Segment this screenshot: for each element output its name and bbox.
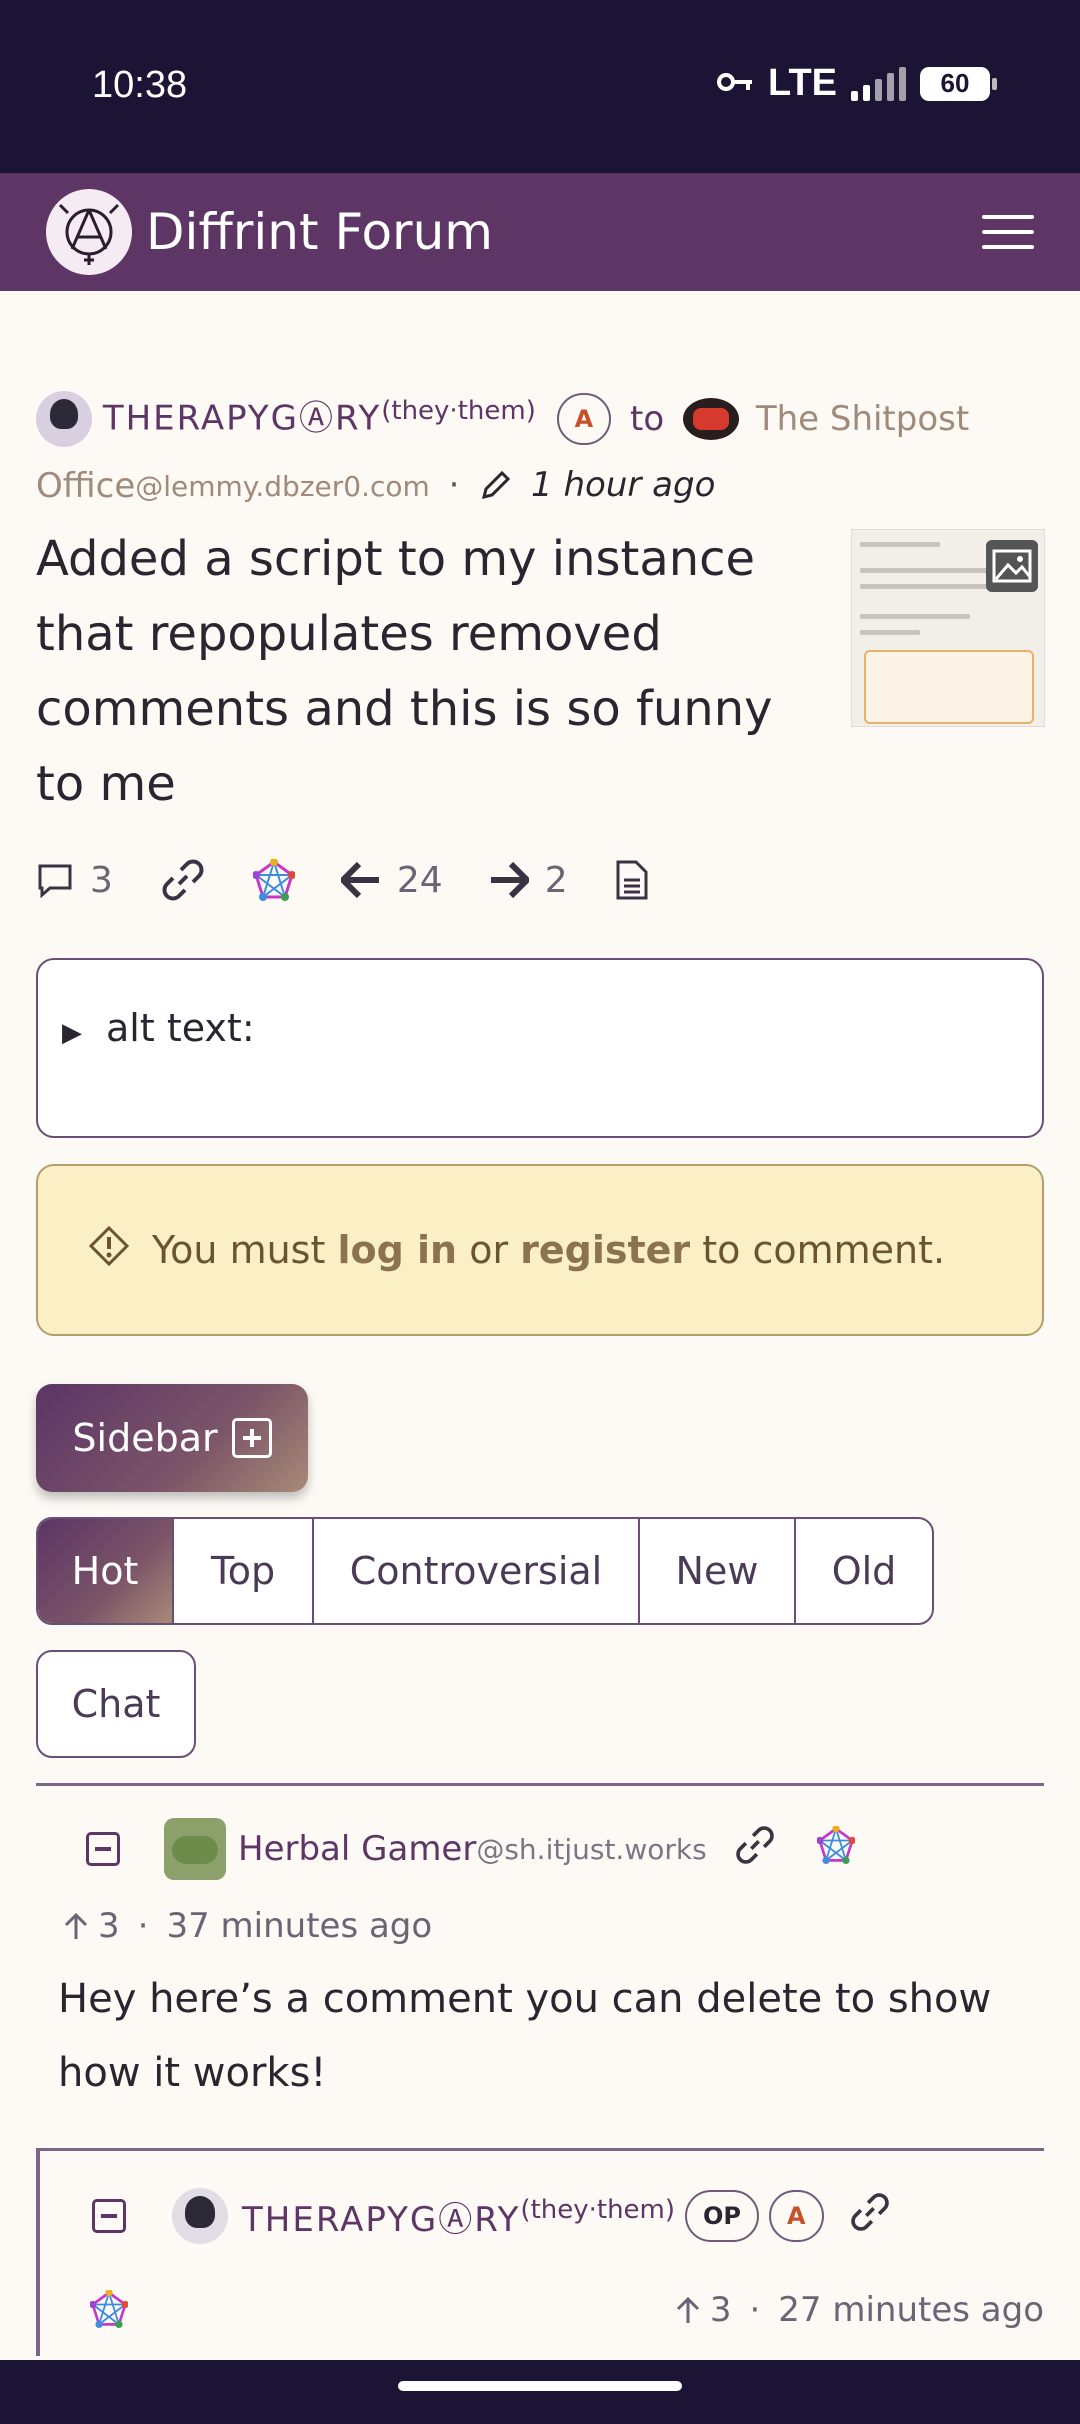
fediverse-icon (252, 859, 295, 901)
avatar[interactable] (164, 1818, 226, 1880)
admin-badge: A (556, 392, 612, 445)
post-time: 1 hour ago (531, 464, 716, 505)
author-pronouns: (they·them) (381, 396, 536, 426)
app-title[interactable]: Diffrint Forum (146, 203, 982, 261)
alt-text-details[interactable]: ▶ alt text: (36, 958, 1044, 1138)
tab-old[interactable]: Old (796, 1519, 932, 1623)
reply-thread-line (36, 2148, 40, 2356)
comment-header: Herbal Gamer @sh.itjust.works (86, 1818, 856, 1880)
reply-meta: 3 · 27 minutes ago (674, 2290, 1044, 2330)
tab-top[interactable]: Top (174, 1519, 314, 1623)
upvote-count: 24 (396, 859, 443, 901)
tab-new[interactable]: New (640, 1519, 796, 1623)
collapse-icon[interactable] (92, 2199, 126, 2233)
comment-instance[interactable]: @sh.itjust.works (476, 1833, 706, 1866)
admin-badge: A (769, 2190, 824, 2242)
fediverse-icon[interactable] (89, 2289, 129, 2332)
document-icon (616, 860, 648, 900)
fediverse-button[interactable] (252, 859, 295, 901)
reply-pronouns: (they·them) (520, 2195, 676, 2225)
login-notice: You must log in or register to comment. (36, 1164, 1044, 1336)
battery-icon: 60 (920, 66, 997, 101)
link-icon[interactable] (848, 2190, 892, 2243)
status-bar: 10:38 LTE 60 (0, 0, 1080, 173)
post-author[interactable]: THERAPYGⒶRY (103, 399, 381, 439)
key-icon (716, 69, 754, 99)
warning-icon (88, 1225, 130, 1276)
sidebar-button-label: Sidebar (72, 1416, 218, 1460)
tab-hot[interactable]: Hot (38, 1519, 174, 1623)
alt-text-label: alt text: (106, 1006, 255, 1050)
upvote-button[interactable]: 24 (340, 859, 443, 901)
meta-separator: · (448, 464, 460, 505)
link-icon[interactable] (733, 1823, 777, 1876)
post-meta: THERAPYGⒶRY(they·them) A to The Shitpost… (36, 384, 1046, 520)
reply-score: 3 (709, 2290, 732, 2330)
post-title[interactable]: Added a script to my instance that repop… (36, 522, 796, 822)
comments-button[interactable]: 3 (36, 860, 113, 901)
comment-score: 3 (98, 1906, 120, 1946)
arrow-up-icon (676, 2296, 699, 2323)
downvote-button[interactable]: 2 (489, 860, 568, 901)
comment-author[interactable]: Herbal Gamer (238, 1829, 476, 1869)
disclosure-triangle-icon: ▶ (62, 1018, 82, 1048)
arrow-left-icon (340, 862, 379, 898)
comment-meta: 3 · 37 minutes ago (62, 1906, 432, 1946)
comment-count: 3 (90, 859, 113, 901)
to-label: to (630, 398, 665, 439)
fediverse-icon[interactable] (815, 1824, 856, 1873)
register-link[interactable]: register (520, 1228, 690, 1272)
notice-text: You must log in or register to comment. (152, 1228, 946, 1272)
post-actions: 3 24 2 (36, 850, 1036, 910)
login-link[interactable]: log in (337, 1228, 457, 1272)
op-badge: OP (685, 2190, 760, 2242)
sidebar-button[interactable]: Sidebar (36, 1384, 308, 1492)
status-icons: LTE 60 (716, 62, 997, 105)
system-nav-bar (0, 2360, 1080, 2424)
network-type: LTE (768, 62, 837, 104)
comment-body: Hey here’s a comment you can delete to s… (58, 1976, 992, 2096)
collapse-icon[interactable] (86, 1832, 120, 1866)
arrow-right-icon (490, 862, 529, 898)
divider (36, 1783, 1044, 1786)
app-header: Diffrint Forum (0, 173, 1080, 291)
community-icon[interactable] (683, 397, 739, 440)
signal-icon (851, 66, 906, 101)
avatar[interactable] (172, 2188, 228, 2244)
reply-header: THERAPYGⒶRY (they·them) OP A (92, 2188, 892, 2244)
tab-controversial[interactable]: Controversial (314, 1519, 640, 1623)
edit-pencil-icon (478, 465, 523, 505)
status-time: 10:38 (92, 64, 188, 106)
community-instance[interactable]: @lemmy.dbzer0.com (135, 470, 430, 503)
comment-time: 37 minutes ago (166, 1906, 433, 1946)
reply-divider (40, 2148, 1044, 2151)
source-button[interactable] (614, 860, 648, 900)
menu-icon[interactable] (982, 215, 1034, 249)
reply-time: 27 minutes ago (778, 2290, 1044, 2330)
plus-square-icon (231, 1418, 272, 1458)
image-icon (986, 540, 1038, 592)
home-gesture-handle[interactable] (398, 2381, 682, 2391)
tab-chat[interactable]: Chat (36, 1650, 196, 1758)
downvote-count: 2 (544, 859, 568, 901)
arrow-up-icon (64, 1912, 88, 1939)
link-button[interactable] (159, 856, 207, 904)
sort-tabs: Hot Top Controversial New Old (36, 1517, 934, 1625)
forum-logo[interactable] (46, 189, 132, 275)
link-icon (162, 859, 204, 901)
author-avatar[interactable] (36, 390, 92, 447)
reply-author[interactable]: THERAPYGⒶRY (242, 2192, 520, 2241)
post-thumbnail[interactable] (851, 529, 1045, 727)
comment-icon (38, 864, 72, 898)
